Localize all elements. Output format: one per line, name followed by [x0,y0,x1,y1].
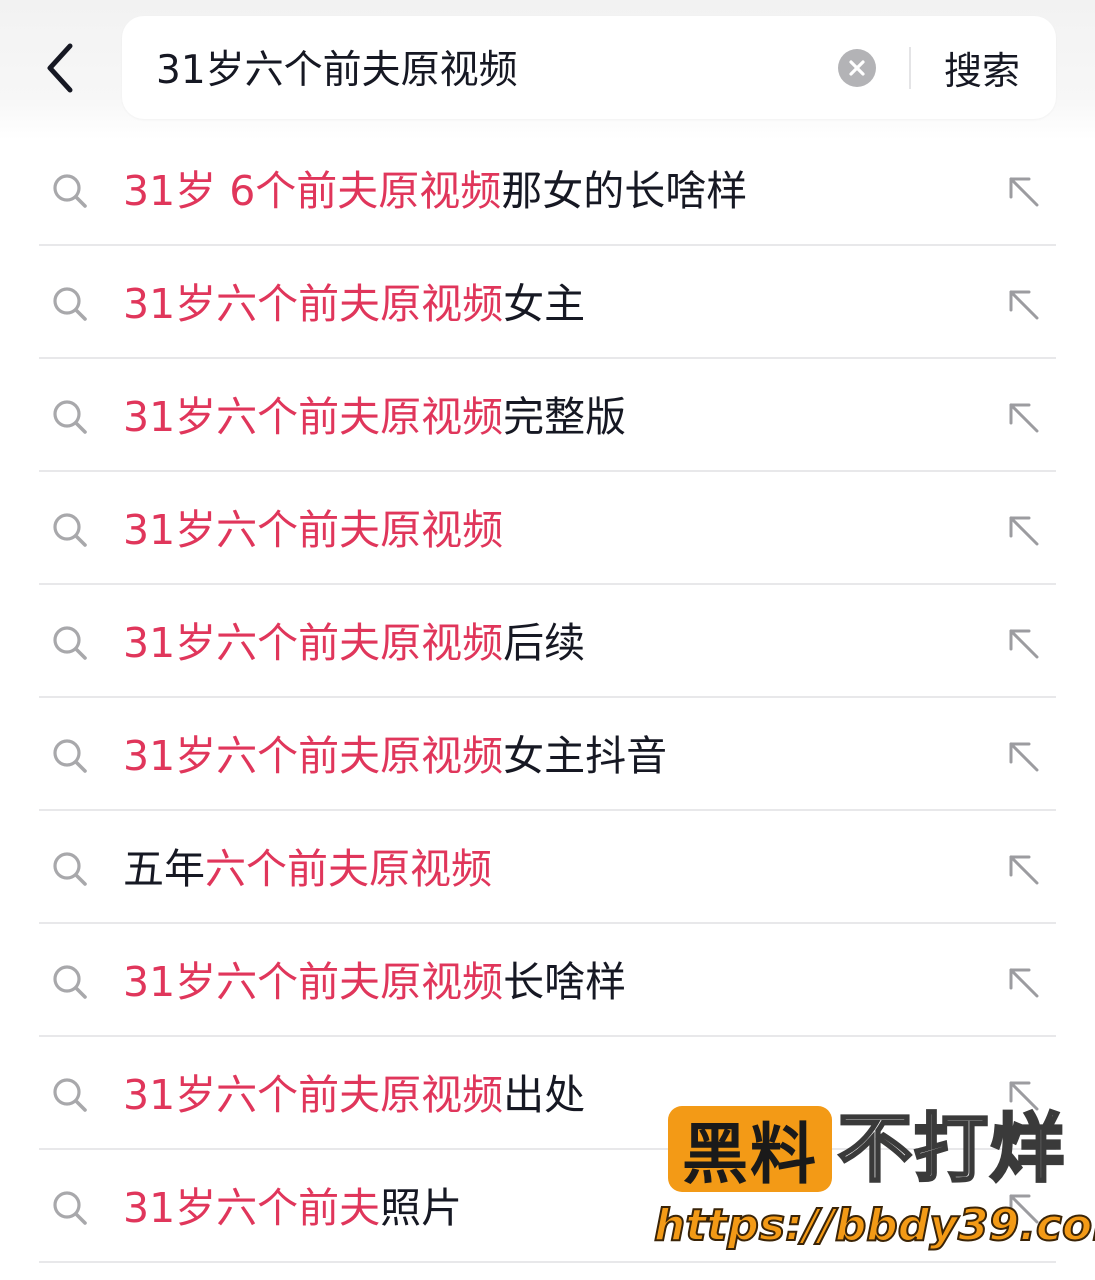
suggestion-rest: 完整版 [503,393,627,441]
watermark-url: https://bbdy39.com [653,1199,1095,1252]
suggestion-rest: 照片 [380,1184,463,1232]
search-icon [53,852,87,886]
arrow-up-left-icon [1009,629,1039,659]
suggestion-text: 31岁六个前夫原视频 [123,500,503,560]
search-box: 搜索 [122,16,1056,119]
search-input[interactable] [156,34,816,100]
fill-query-button[interactable] [1003,962,1043,1002]
watermark-text: 不打烊 [837,1105,1066,1194]
suggestion-highlight: 31岁六个前夫原视频 [123,732,504,780]
search-icon-wrap [50,510,90,550]
clear-button[interactable] [838,49,876,87]
suggestion-text: 31岁六个前夫原视频女主抖音 [123,726,667,786]
fill-query-button[interactable] [1003,397,1043,437]
suggestion-highlight: 31岁六个前夫原视频 [123,1071,504,1119]
suggestion-item[interactable]: 31岁 6个前夫原视频那女的长啥样 [0,133,1095,246]
suggestion-highlight: 31岁 6个前夫原视频 [123,167,502,215]
suggestion-rest: 出处 [503,1071,586,1119]
search-icon-wrap [50,849,90,889]
suggestion-item[interactable]: 31岁六个前夫原视频女主 [0,246,1095,359]
suggestion-highlight: 31岁六个前夫 [123,1184,381,1232]
watermark-badge: 黑料 [668,1106,832,1193]
suggestion-highlight: 六个前夫原视频 [205,845,492,893]
fill-query-button[interactable] [1003,849,1043,889]
search-icon [53,400,87,434]
search-button[interactable]: 搜索 [922,34,1042,100]
suggestion-rest: 女主抖音 [503,732,668,780]
divider [909,47,911,89]
suggestion-highlight: 31岁六个前夫原视频 [123,393,504,441]
search-icon-wrap [50,623,90,663]
suggestion-prefix: 五年 [123,845,205,893]
search-icon [53,739,87,773]
suggestion-text: 五年六个前夫原视频 [123,839,492,899]
search-icon [53,174,87,208]
search-icon-wrap [50,1075,90,1115]
search-header: 搜索 [0,0,1095,140]
fill-query-button[interactable] [1003,171,1043,211]
arrow-up-left-icon [1009,855,1039,885]
search-icon [53,965,87,999]
search-icon-wrap [50,284,90,324]
search-icon-wrap [50,171,90,211]
close-icon [849,60,865,76]
search-icon-wrap [50,736,90,776]
suggestion-text: 31岁 6个前夫原视频那女的长啥样 [123,161,747,221]
suggestion-rest: 后续 [503,619,586,667]
suggestion-text: 31岁六个前夫原视频长啥样 [123,952,626,1012]
search-icon [53,626,87,660]
watermark: 黑料 不打烊 https://bbdy39.com [653,1102,1095,1262]
fill-query-button[interactable] [1003,736,1043,776]
suggestion-rest: 女主 [503,280,586,328]
arrow-up-left-icon [1009,403,1039,433]
search-icon-wrap [50,397,90,437]
back-button[interactable] [30,36,90,100]
suggestion-text: 31岁六个前夫原视频出处 [123,1065,585,1125]
suggestion-text: 31岁六个前夫原视频女主 [123,274,585,334]
suggestion-highlight: 31岁六个前夫原视频 [123,619,504,667]
arrow-up-left-icon [1009,516,1039,546]
suggestion-item[interactable]: 31岁六个前夫原视频长啥样 [0,924,1095,1037]
suggestion-list: 31岁 6个前夫原视频那女的长啥样 31岁六个前夫原视频女主 31岁六个前夫原视频完… [0,133,1095,1263]
fill-query-button[interactable] [1003,623,1043,663]
suggestion-highlight: 31岁六个前夫原视频 [123,958,504,1006]
suggestion-rest: 长啥样 [503,958,627,1006]
suggestion-item[interactable]: 31岁六个前夫原视频完整版 [0,359,1095,472]
search-icon [53,287,87,321]
suggestion-highlight: 31岁六个前夫原视频 [123,280,504,328]
arrow-up-left-icon [1009,742,1039,772]
suggestion-text: 31岁六个前夫原视频后续 [123,613,585,673]
fill-query-button[interactable] [1003,510,1043,550]
suggestion-item[interactable]: 31岁六个前夫原视频后续 [0,585,1095,698]
suggestion-rest: 那女的长啥样 [501,167,748,215]
search-icon [53,513,87,547]
search-icon-wrap [50,962,90,1002]
suggestion-item[interactable]: 31岁六个前夫原视频 [0,472,1095,585]
search-icon [53,1191,87,1225]
suggestion-text: 31岁六个前夫照片 [123,1178,462,1238]
suggestion-highlight: 31岁六个前夫原视频 [123,506,504,554]
search-icon-wrap [50,1188,90,1228]
suggestion-item[interactable]: 31岁六个前夫原视频女主抖音 [0,698,1095,811]
arrow-up-left-icon [1009,968,1039,998]
search-icon [53,1078,87,1112]
suggestion-item[interactable]: 五年六个前夫原视频 [0,811,1095,924]
arrow-up-left-icon [1009,177,1039,207]
chevron-left-icon [47,43,73,93]
suggestion-text: 31岁六个前夫原视频完整版 [123,387,626,447]
fill-query-button[interactable] [1003,284,1043,324]
arrow-up-left-icon [1009,290,1039,320]
